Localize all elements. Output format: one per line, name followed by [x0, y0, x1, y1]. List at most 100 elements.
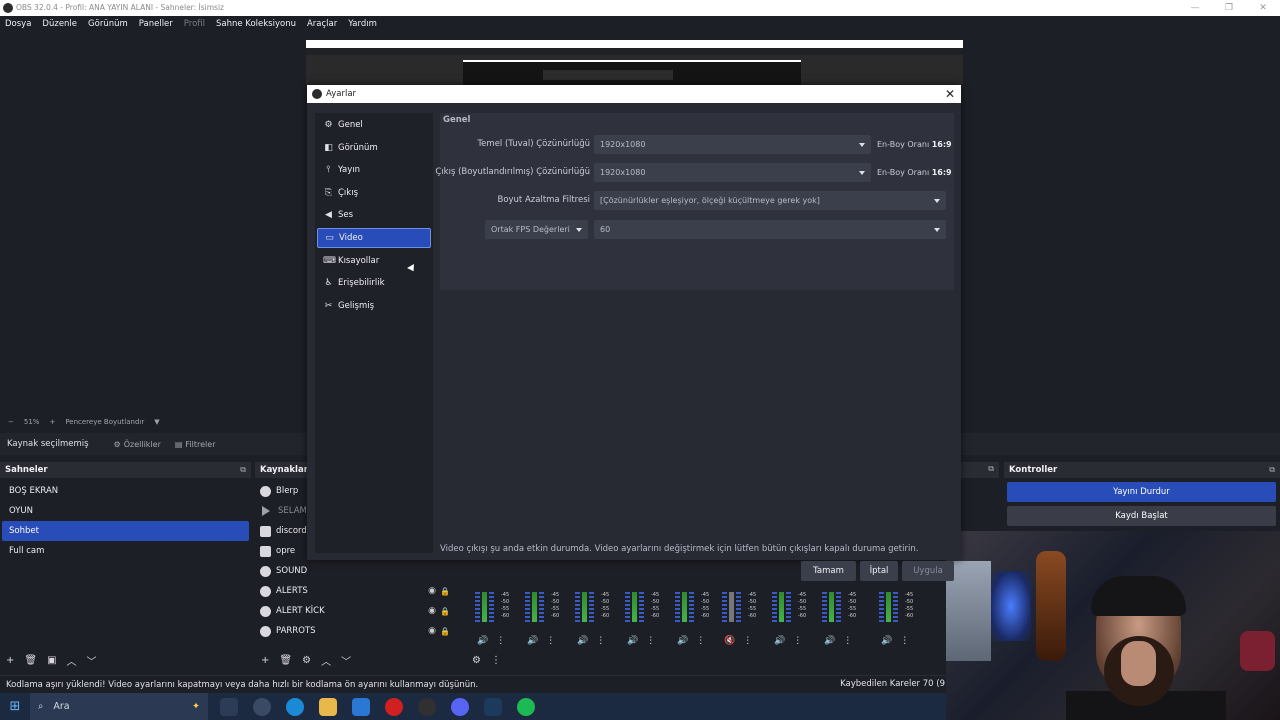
- menu-file[interactable]: Dosya: [5, 16, 31, 32]
- muted-speaker-icon[interactable]: 🔇: [724, 636, 735, 646]
- more-icon[interactable]: ⋮: [646, 636, 655, 646]
- chevron-down-icon: [576, 228, 582, 232]
- speaker-icon[interactable]: 🔊: [824, 636, 835, 646]
- more-icon[interactable]: ⋮: [900, 636, 909, 646]
- settings-close-button[interactable]: ✕: [945, 85, 955, 103]
- nav-advanced[interactable]: ✂ Gelişmiş: [317, 296, 431, 316]
- more-icon[interactable]: ⋮: [596, 636, 605, 646]
- nav-accessibility[interactable]: ♿ Erişebilirlik: [317, 273, 431, 293]
- downscale-filter-combo[interactable]: [Çözünürlükler eşleşiyor, ölçeği küçültm…: [594, 191, 946, 210]
- filter-icon[interactable]: ▣: [47, 655, 56, 666]
- nav-video[interactable]: ▭ Video: [317, 228, 431, 248]
- windows-start-icon[interactable]: ⊞: [0, 699, 30, 714]
- trash-icon[interactable]: 🗑: [279, 655, 292, 666]
- add-icon[interactable]: +: [261, 655, 269, 666]
- speaker-icon[interactable]: 🔊: [627, 636, 638, 646]
- gear-icon[interactable]: ⚙: [302, 655, 311, 666]
- undock-icon[interactable]: ⧉: [1269, 462, 1275, 478]
- close-window-button[interactable]: ✕: [1246, 0, 1280, 16]
- source-item[interactable]: ALERT KİCK ◉ 🔒: [255, 601, 460, 621]
- trash-icon[interactable]: 🗑: [24, 655, 37, 666]
- explorer-icon[interactable]: [319, 697, 337, 716]
- more-icon[interactable]: ⋮: [496, 636, 505, 646]
- more-icon[interactable]: ⋮: [743, 636, 752, 646]
- scene-item[interactable]: OYUN: [2, 501, 249, 521]
- nav-appearance[interactable]: ◧ Görünüm: [317, 138, 431, 158]
- menu-docks[interactable]: Paneller: [139, 16, 173, 32]
- zoom-level: 51%: [23, 418, 40, 426]
- menu-profile[interactable]: Profil: [184, 16, 205, 32]
- add-icon[interactable]: +: [6, 655, 14, 666]
- stop-stream-button[interactable]: Yayını Durdur: [1007, 482, 1276, 502]
- move-up-icon[interactable]: ︿: [321, 653, 331, 668]
- menu-scene-collection[interactable]: Sahne Koleksiyonu: [216, 16, 296, 32]
- speaker-icon[interactable]: 🔊: [774, 636, 785, 646]
- cancel-button[interactable]: İptal: [860, 561, 898, 581]
- more-icon[interactable]: ⋮: [793, 636, 802, 646]
- menu-tools[interactable]: Araçlar: [307, 16, 337, 32]
- move-down-icon[interactable]: ﹀: [87, 653, 97, 668]
- speaker-icon[interactable]: 🔊: [881, 636, 892, 646]
- start-record-button[interactable]: Kaydı Başlat: [1007, 506, 1276, 526]
- obs-icon[interactable]: [418, 697, 436, 716]
- nav-audio[interactable]: ◀ Ses: [317, 205, 431, 225]
- menu-view[interactable]: Görünüm: [88, 16, 128, 32]
- speaker-icon[interactable]: 🔊: [577, 636, 588, 646]
- outlook-icon[interactable]: [352, 697, 370, 716]
- aspect-ratio-value: 16:9: [931, 168, 952, 177]
- window-title-bar: OBS 32.0.4 - Profil: ANA YAYIN ALANI - S…: [0, 0, 1280, 16]
- properties-button[interactable]: ⚙ Özellikler: [114, 440, 161, 449]
- zoom-in-button[interactable]: +: [49, 418, 55, 426]
- menu-edit[interactable]: Düzenle: [42, 16, 77, 32]
- opera-icon[interactable]: [385, 697, 403, 716]
- speaker-icon[interactable]: 🔊: [527, 636, 538, 646]
- nav-general[interactable]: ⚙ Genel: [317, 115, 431, 135]
- more-icon[interactable]: ⋮: [843, 636, 852, 646]
- base-resolution-combo[interactable]: 1920x1080: [594, 135, 871, 154]
- fit-to-window-label[interactable]: Pencereye Boyutlandır: [65, 418, 144, 426]
- fps-type-combo[interactable]: Ortak FPS Değerleri: [485, 220, 588, 239]
- source-item[interactable]: ALERTS ◉ 🔒: [255, 581, 460, 601]
- undock-icon[interactable]: ⧉: [240, 462, 246, 478]
- eye-icon[interactable]: ◉: [428, 606, 436, 616]
- menu-help[interactable]: Yardım: [348, 16, 377, 32]
- nav-stream[interactable]: ⫯ Yayın: [317, 160, 431, 180]
- discord-icon[interactable]: [451, 697, 469, 716]
- more-icon[interactable]: ⋮: [546, 636, 555, 646]
- more-icon[interactable]: ⋮: [491, 655, 501, 666]
- eye-icon[interactable]: ◉: [428, 626, 436, 636]
- speaker-icon[interactable]: 🔊: [477, 636, 488, 646]
- nav-output[interactable]: ⎘ Çıkış: [317, 183, 431, 203]
- apply-button[interactable]: Uygula: [902, 561, 954, 581]
- scene-item[interactable]: BOŞ EKRAN: [2, 481, 249, 501]
- fps-value-combo[interactable]: 60: [594, 220, 946, 239]
- accessibility-icon: ♿: [324, 278, 333, 288]
- chevron-down-icon[interactable]: ▼: [154, 418, 159, 426]
- gear-icon[interactable]: ⚙: [472, 655, 481, 666]
- scene-item-selected[interactable]: Sohbet: [2, 521, 249, 541]
- output-resolution-combo[interactable]: 1920x1080: [594, 163, 871, 182]
- spotify-icon[interactable]: [517, 697, 535, 716]
- minimize-button[interactable]: —: [1178, 0, 1212, 16]
- edge-icon[interactable]: [286, 697, 304, 716]
- taskbar-search[interactable]: ⌕ Ara ✦: [30, 693, 208, 720]
- source-item[interactable]: SOUND: [255, 561, 460, 581]
- lock-icon[interactable]: 🔒: [440, 627, 450, 636]
- speaker-icon[interactable]: 🔊: [677, 636, 688, 646]
- ok-button[interactable]: Tamam: [801, 561, 856, 581]
- undock-icon[interactable]: ⧉: [988, 464, 994, 474]
- source-item[interactable]: PARROTS ◉ 🔒: [255, 621, 460, 641]
- task-view-icon[interactable]: [220, 697, 238, 716]
- lock-icon[interactable]: 🔒: [440, 587, 450, 596]
- move-up-icon[interactable]: ︿: [67, 653, 77, 668]
- widgets-icon[interactable]: [253, 697, 271, 716]
- scene-item[interactable]: Full cam: [2, 541, 249, 561]
- more-icon[interactable]: ⋮: [696, 636, 705, 646]
- move-down-icon[interactable]: ﹀: [341, 653, 351, 668]
- eye-icon[interactable]: ◉: [428, 586, 436, 596]
- lock-icon[interactable]: 🔒: [440, 607, 450, 616]
- zoom-out-button[interactable]: −: [8, 418, 14, 426]
- restore-button[interactable]: ❐: [1212, 0, 1246, 16]
- steam-icon[interactable]: [484, 697, 502, 716]
- filters-button[interactable]: ▤ Filtreler: [175, 440, 216, 449]
